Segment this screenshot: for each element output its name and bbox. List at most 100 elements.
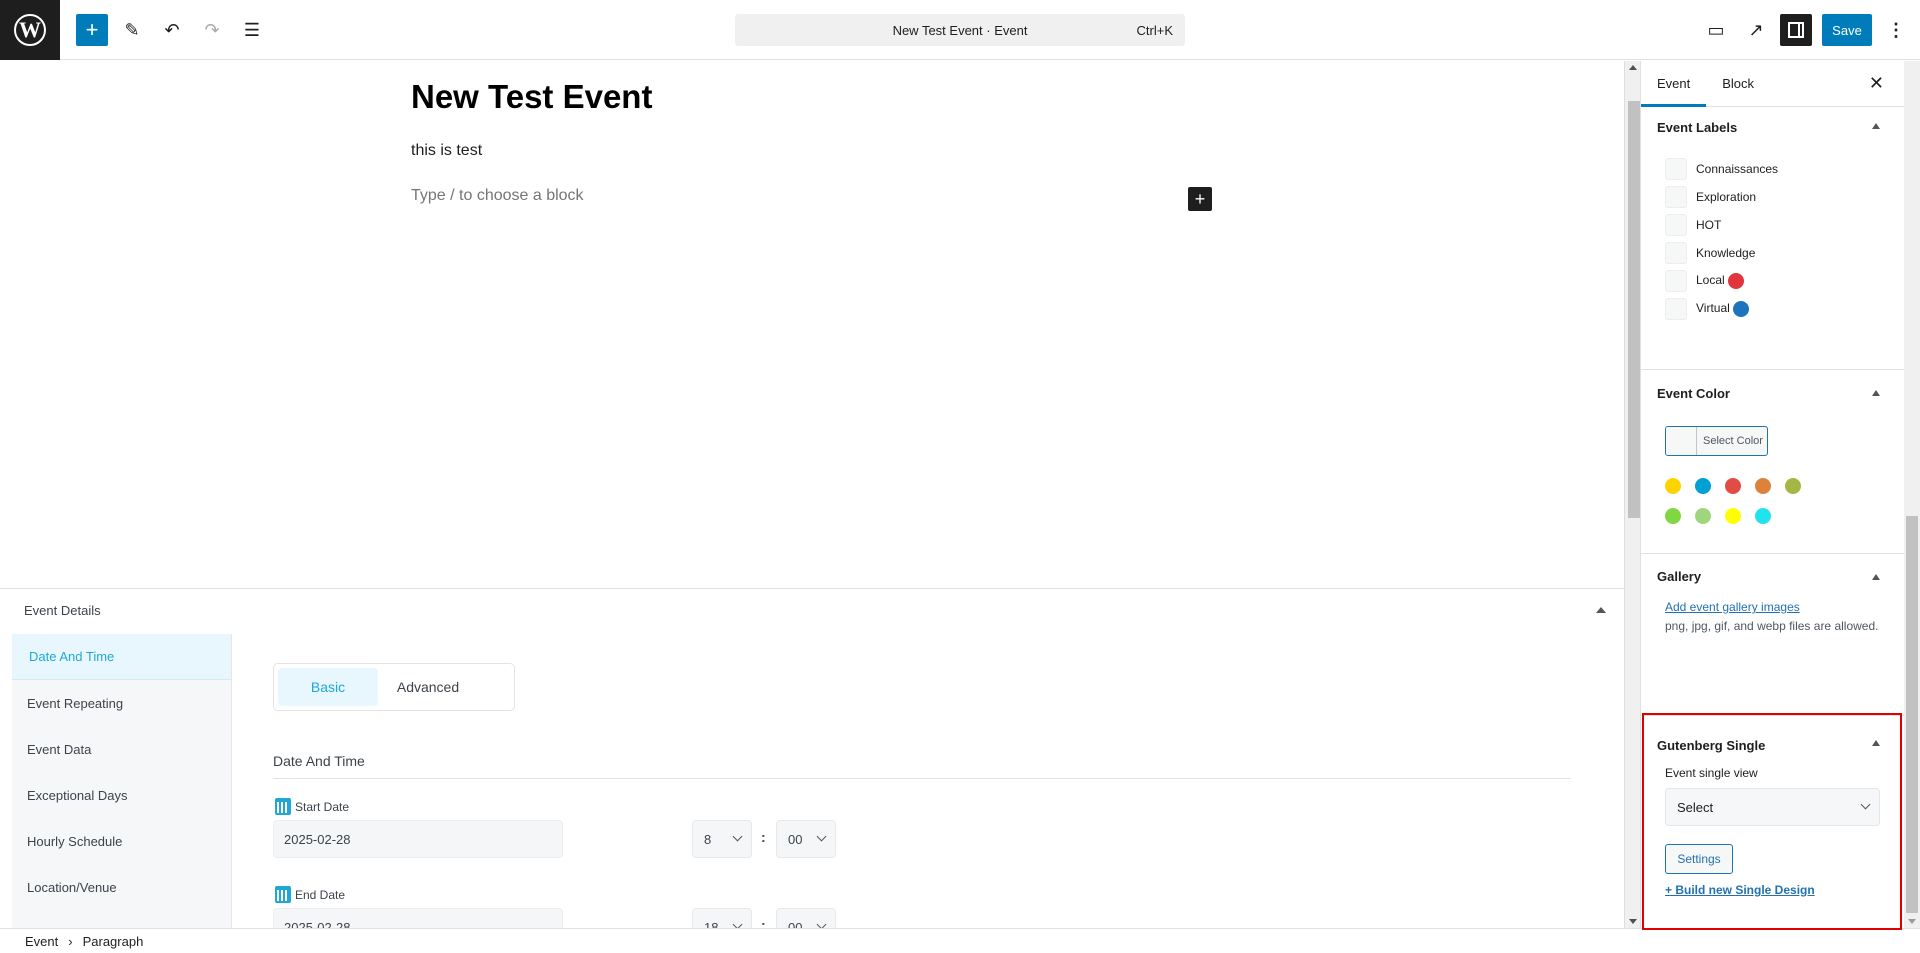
panel-title[interactable]: Gallery (1641, 554, 1904, 598)
checkbox[interactable] (1665, 242, 1687, 264)
color-swatch[interactable] (1785, 478, 1801, 494)
end-date-label-text: End Date (295, 887, 346, 902)
start-date-input[interactable]: 2025-02-28 (273, 820, 563, 858)
gallery-panel: Gallery Add event gallery images png, jp… (1641, 554, 1904, 716)
tools-button[interactable]: ✎ (116, 14, 148, 46)
undo-button[interactable]: ↶ (156, 14, 188, 46)
block-breadcrumb: Event › Paragraph (0, 928, 1920, 953)
settings-sidebar-toggle[interactable] (1780, 14, 1812, 46)
color-swatch[interactable] (1665, 508, 1681, 524)
select-color-button[interactable]: Select Color (1665, 426, 1768, 456)
checkbox[interactable] (1665, 214, 1687, 236)
color-swatch[interactable] (1755, 478, 1771, 494)
label-option: Local (1641, 267, 1904, 295)
keyboard-shortcut: Ctrl+K (1136, 22, 1173, 38)
end-minute-select[interactable]: 00 (776, 908, 836, 928)
label-option: Exploration (1641, 183, 1904, 211)
nav-item-event-data[interactable]: Event Data (12, 726, 231, 772)
nav-item-event-repeating[interactable]: Event Repeating (12, 680, 231, 726)
redo-button[interactable]: ↷ (196, 14, 228, 46)
label-option: Knowledge (1641, 239, 1904, 267)
label-text: Knowledge (1696, 246, 1756, 260)
paragraph-block[interactable]: this is test (411, 142, 482, 160)
checkbox[interactable] (1665, 298, 1687, 320)
label-text: HOT (1696, 218, 1722, 232)
color-swatches (1641, 456, 1851, 524)
add-gallery-images-link[interactable]: Add event gallery images (1665, 598, 1880, 617)
list-view-icon: ☰ (243, 19, 261, 40)
collapse-icon[interactable] (1872, 123, 1880, 129)
tab-advanced[interactable]: Advanced (378, 668, 478, 706)
time-separator: : (761, 917, 766, 928)
color-swatch[interactable] (1695, 478, 1711, 494)
wordpress-logo-button[interactable]: W (0, 0, 60, 60)
options-menu-button[interactable]: ⋮ (1882, 14, 1910, 46)
close-icon[interactable]: ✕ (1869, 73, 1884, 94)
label-text: Virtual (1696, 301, 1730, 316)
collapse-icon[interactable] (1872, 740, 1880, 746)
undo-icon: ↶ (164, 19, 180, 40)
inline-inserter-button[interactable]: + (1188, 187, 1212, 211)
scroll-up-icon[interactable] (1629, 65, 1637, 70)
checkbox[interactable] (1665, 158, 1687, 180)
view-post-button[interactable]: ↗ (1740, 14, 1772, 46)
nav-item-exceptional-days[interactable]: Exceptional Days (12, 772, 231, 818)
nav-item-hourly-schedule[interactable]: Hourly Schedule (12, 818, 231, 864)
chevron-down-icon (816, 919, 827, 928)
start-date-label-text: Start Date (295, 799, 350, 814)
preview-button[interactable]: ▭ (1700, 14, 1732, 46)
calendar-icon (275, 886, 291, 903)
sidebar-scrollbar[interactable] (1904, 61, 1920, 928)
editor-scrollbar[interactable] (1624, 61, 1640, 928)
panel-title[interactable]: Event Labels (1641, 107, 1904, 147)
wordpress-logo-icon: W (14, 13, 46, 46)
tab-block[interactable]: Block (1706, 61, 1770, 107)
label-text: Exploration (1696, 190, 1757, 204)
color-dot-icon (1727, 273, 1744, 289)
event-single-view-select[interactable]: Select (1665, 788, 1880, 826)
settings-button[interactable]: Settings (1665, 844, 1733, 874)
panel-title[interactable]: Event Color (1641, 370, 1904, 416)
color-swatch[interactable] (1725, 478, 1741, 494)
document-overview-button[interactable]: ☰ (236, 14, 268, 46)
tab-event[interactable]: Event (1641, 61, 1706, 107)
block-inserter-button[interactable]: + (76, 14, 108, 46)
nav-item-location-venue[interactable]: Location/Venue (12, 864, 231, 910)
empty-block-placeholder[interactable]: Type / to choose a block (411, 187, 584, 205)
color-swatch[interactable] (1695, 508, 1711, 524)
end-hour-select[interactable]: 18 (692, 908, 752, 928)
editor-toolbar: W + ✎ ↶ ↷ ☰ New Test Event · Event Ctrl+… (0, 0, 1920, 60)
end-minute-value: 00 (788, 919, 803, 929)
collapse-toggle-icon[interactable] (1596, 607, 1606, 613)
post-title[interactable]: New Test Event (411, 78, 652, 116)
divider (273, 778, 1571, 779)
tab-basic[interactable]: Basic (278, 668, 378, 706)
breadcrumb-item-event[interactable]: Event (25, 934, 58, 949)
sidebar-tabs: Event Block ✕ (1641, 61, 1904, 107)
command-palette-button[interactable]: New Test Event · Event Ctrl+K (735, 14, 1185, 46)
checkbox[interactable] (1665, 186, 1687, 208)
panel-title[interactable]: Gutenberg Single (1641, 716, 1904, 766)
color-swatch[interactable] (1725, 508, 1741, 524)
collapse-icon[interactable] (1872, 574, 1880, 580)
scroll-down-icon[interactable] (1908, 919, 1916, 924)
start-minute-select[interactable]: 00 (776, 820, 836, 858)
select-value: Select (1677, 799, 1714, 815)
settings-sidebar: Event Block ✕ Event Labels Connaissances… (1640, 61, 1904, 928)
desktop-icon: ▭ (1707, 19, 1725, 40)
plus-icon: + (1194, 188, 1206, 209)
chevron-right-icon: › (68, 933, 73, 949)
collapse-icon[interactable] (1872, 390, 1880, 396)
breadcrumb-item-paragraph[interactable]: Paragraph (83, 934, 144, 949)
scroll-down-icon[interactable] (1629, 919, 1637, 924)
color-swatch[interactable] (1755, 508, 1771, 524)
checkbox[interactable] (1665, 270, 1687, 292)
color-swatch[interactable] (1665, 478, 1681, 494)
end-date-input[interactable]: 2025-02-28 (273, 908, 563, 928)
nav-item-date-and-time[interactable]: Date And Time (12, 634, 231, 680)
start-hour-select[interactable]: 8 (692, 820, 752, 858)
save-button[interactable]: Save (1822, 14, 1872, 46)
scrollbar-thumb[interactable] (1906, 516, 1918, 913)
build-single-design-link[interactable]: + Build new Single Design (1665, 883, 1815, 897)
scrollbar-thumb[interactable] (1628, 101, 1640, 518)
